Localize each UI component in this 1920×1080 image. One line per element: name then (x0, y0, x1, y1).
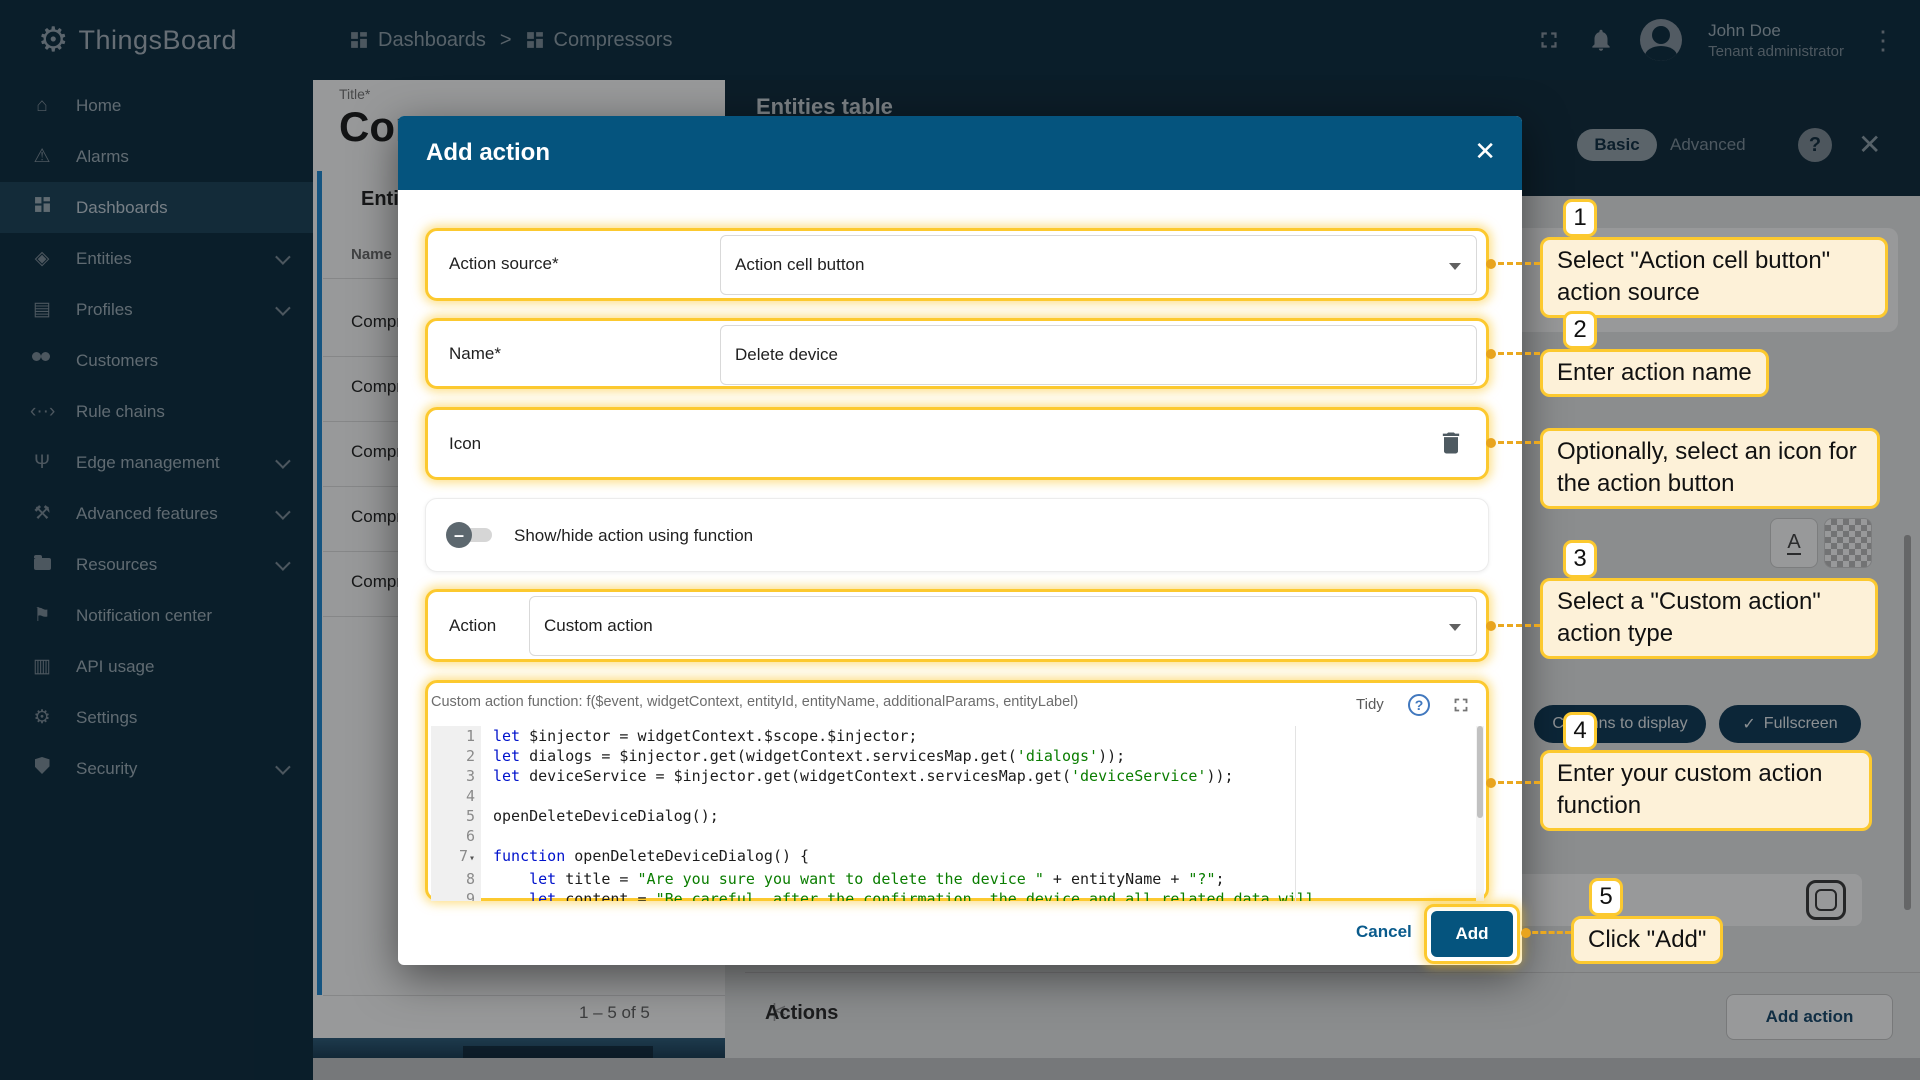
toggle-thumb[interactable]: – (446, 522, 472, 548)
annotation-select-custom-action: Select a "Custom action" action type (1540, 578, 1878, 659)
thingsboard-app: ⚙ ThingsBoard Dashboards > Compressors J… (0, 0, 1920, 1080)
dialog-close-icon[interactable]: ✕ (1474, 138, 1496, 164)
annotation-connector (1486, 778, 1540, 788)
annotation-select-icon: Optionally, select an icon for the actio… (1540, 428, 1880, 509)
annotation-connector (1486, 349, 1540, 359)
expand-editor-icon[interactable] (1450, 694, 1472, 716)
highlight-icon (425, 407, 1489, 480)
name-input[interactable]: Delete device (720, 325, 1477, 385)
annotation-step-number: 1 (1563, 199, 1597, 237)
annotation-connector (1486, 259, 1540, 269)
editor-scrollbar[interactable] (1476, 726, 1484, 901)
toggle-label: Show/hide action using function (514, 526, 754, 545)
annotation-step-number: 3 (1563, 540, 1597, 578)
name-label: Name* (449, 344, 501, 363)
dialog-title: Add action (426, 139, 550, 166)
code-editor[interactable]: 1 let $injector = widgetContext.$scope.$i… (431, 726, 1484, 901)
annotation-step-number: 5 (1589, 878, 1623, 916)
annotation-enter-action-name: Enter action name (1540, 349, 1769, 398)
annotation-connector (1486, 621, 1540, 631)
cancel-button[interactable]: Cancel (1356, 922, 1412, 942)
tidy-button[interactable]: Tidy (1356, 696, 1384, 713)
add-action-dialog: Add action ✕ Action source* Action cell … (398, 116, 1522, 965)
add-button[interactable]: Add (1431, 911, 1513, 957)
custom-function-signature: Custom action function: f($event, widget… (431, 694, 1079, 710)
annotation-connector (1486, 438, 1540, 448)
action-source-select[interactable]: Action cell button (720, 235, 1477, 295)
icon-picker-button[interactable] (1429, 421, 1473, 465)
action-label: Action (449, 616, 497, 635)
dialog-header: Add action ✕ (398, 116, 1522, 190)
trash-icon (1442, 432, 1460, 454)
annotation-select-action-source: Select "Action cell button" action sourc… (1540, 237, 1888, 318)
help-icon[interactable]: ? (1408, 694, 1430, 716)
chevron-down-icon (1449, 263, 1461, 270)
action-type-select[interactable]: Custom action (529, 596, 1477, 656)
print-margin-guide (1295, 726, 1296, 901)
annotation-enter-function: Enter your custom action function (1540, 750, 1872, 831)
icon-label: Icon (449, 434, 482, 453)
annotation-step-number: 2 (1563, 311, 1597, 349)
chevron-down-icon (1449, 624, 1461, 631)
annotation-connector (1521, 928, 1571, 938)
annotation-step-number: 4 (1563, 712, 1597, 750)
action-source-label: Action source* (449, 254, 559, 273)
annotation-click-add: Click "Add" (1571, 916, 1724, 965)
